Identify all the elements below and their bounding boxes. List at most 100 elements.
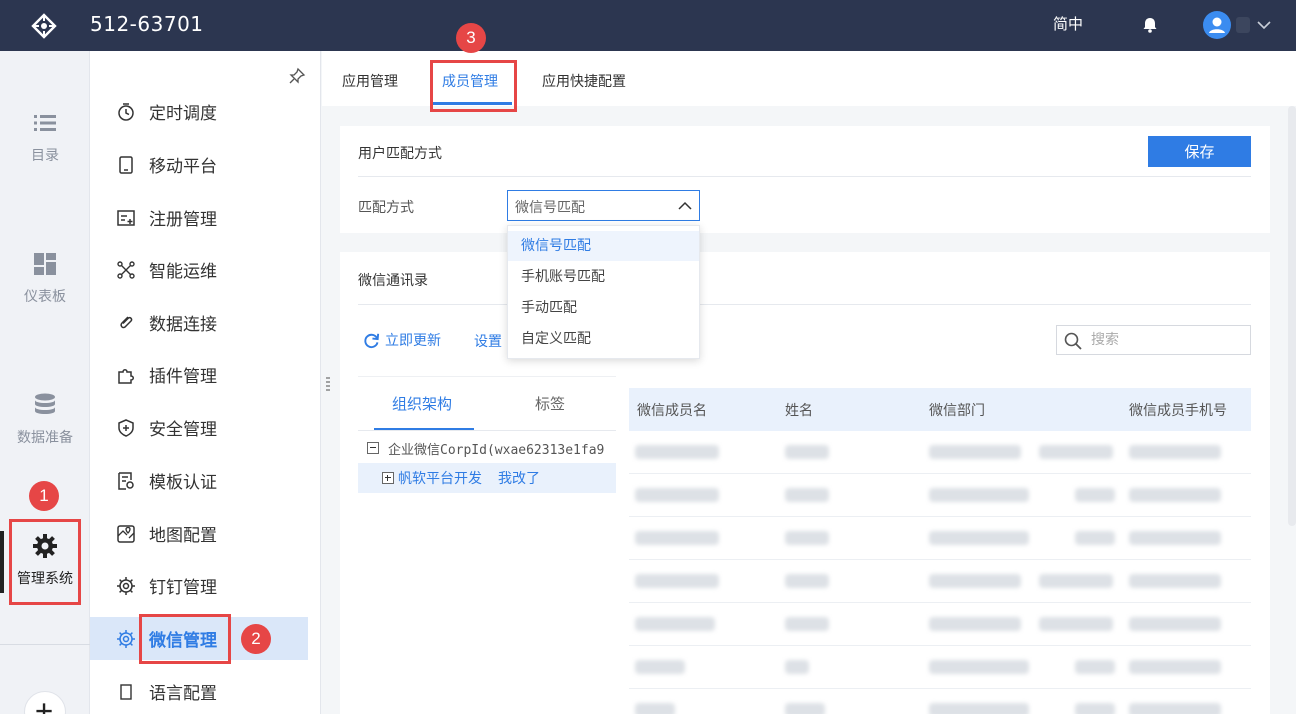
tab-app-shortcut-config[interactable]: 应用快捷配置 [542, 71, 626, 91]
save-button[interactable]: 保存 [1148, 136, 1251, 167]
tab-app-management[interactable]: 应用管理 [342, 71, 398, 91]
annotation-badge-1: 1 [29, 481, 59, 511]
rail-item-catalog[interactable]: 目录 [0, 109, 90, 165]
expand-icon[interactable] [382, 472, 394, 484]
rail-label: 目录 [31, 148, 59, 164]
column-header: 微信成员手机号 [1129, 403, 1227, 419]
refresh-icon [364, 333, 380, 348]
dropdown-option[interactable]: 手动匹配 [508, 293, 699, 323]
menu-item-plugins[interactable]: 插件管理 [90, 353, 308, 396]
menu-item-label: 注册管理 [149, 210, 217, 230]
bell-icon[interactable] [1140, 15, 1160, 35]
match-method-select[interactable]: 微信号匹配 [507, 190, 700, 221]
app-title: 512-63701 [90, 12, 204, 36]
dropdown-option[interactable]: 手机账号匹配 [508, 262, 699, 292]
menu-item-dingtalk[interactable]: 钉钉管理 [90, 564, 308, 607]
logo-icon[interactable] [30, 12, 58, 40]
pin-icon[interactable] [288, 67, 306, 85]
plugin-icon [118, 368, 134, 384]
collapse-icon[interactable] [367, 442, 379, 454]
menu-item-label: 语言配置 [149, 684, 217, 704]
gear-icon [117, 576, 135, 595]
annotation-badge-2: 2 [241, 624, 271, 654]
tree-child-label: 帆软平台开发 [398, 471, 482, 487]
page-scrollbar[interactable] [1288, 106, 1296, 526]
register-icon [117, 209, 135, 226]
menu-item-smart-ops[interactable]: 智能运维 [90, 248, 308, 291]
rail-item-dashboard[interactable]: 仪表板 [0, 250, 90, 306]
tree-root-label: 企业微信CorpId(wxae62313e1fa9 [388, 442, 605, 458]
template-icon [118, 471, 134, 490]
chevron-down-icon[interactable] [1255, 16, 1273, 34]
annotation-badge-3: 3 [456, 23, 486, 53]
dropdown-option[interactable]: 自定义匹配 [508, 324, 699, 354]
annotation-box-1 [9, 519, 81, 605]
rail-label: 仪表板 [24, 289, 66, 305]
table-row[interactable] [629, 689, 1251, 714]
select-value: 微信号匹配 [515, 200, 585, 216]
refresh-button[interactable]: 立即更新 [362, 330, 441, 350]
list-icon [34, 115, 56, 131]
user-name-blurred [1236, 17, 1250, 33]
search-icon [1064, 332, 1082, 350]
top-bar: 512-63701 简中 [0, 0, 1296, 51]
shield-icon [118, 418, 134, 437]
table-row[interactable] [629, 474, 1251, 517]
add-button[interactable] [24, 691, 66, 714]
dropdown-option[interactable]: 微信号匹配 [508, 231, 699, 261]
rail-divider [0, 644, 90, 645]
database-icon [35, 393, 55, 414]
table-row[interactable] [629, 431, 1251, 474]
refresh-label: 立即更新 [385, 333, 441, 349]
org-tree-panel: 组织架构 标签 企业微信CorpId(wxae62313e1fa9 帆软平台开发… [358, 376, 616, 714]
tree-child-extra: 我改了 [498, 471, 540, 487]
contacts-card-divider [358, 304, 1251, 305]
rail-item-data-prep[interactable]: 数据准备 [0, 391, 90, 447]
dashboard-icon [34, 253, 56, 275]
table-row[interactable] [629, 517, 1251, 560]
search-box[interactable] [1056, 325, 1251, 355]
plus-icon [36, 703, 52, 714]
gear-icon [117, 629, 135, 648]
language-icon [120, 683, 132, 700]
tree-tab-tags[interactable]: 标签 [535, 393, 565, 414]
tree-root-node[interactable]: 企业微信CorpId(wxae62313e1fa9 [358, 433, 616, 463]
match-method-dropdown: 微信号匹配 手机账号匹配 手动匹配 自定义匹配 [507, 225, 700, 359]
table-row[interactable] [629, 603, 1251, 646]
column-header: 微信部门 [929, 403, 985, 419]
menu-item-register[interactable]: 注册管理 [90, 196, 308, 239]
menu-item-language[interactable]: 语言配置 [90, 670, 308, 713]
drag-handle-icon[interactable] [326, 376, 330, 392]
menu-item-label: 插件管理 [149, 367, 217, 387]
table-row[interactable] [629, 560, 1251, 603]
table-row[interactable] [629, 646, 1251, 689]
menu-item-template-auth[interactable]: 模板认证 [90, 459, 308, 502]
menu-item-label: 地图配置 [149, 526, 217, 546]
tree-tab-org[interactable]: 组织架构 [392, 393, 452, 414]
search-input[interactable] [1091, 330, 1241, 350]
language-switch[interactable]: 简中 [1053, 13, 1083, 34]
menu-item-label: 模板认证 [149, 473, 217, 493]
match-card-title: 用户匹配方式 [358, 146, 442, 162]
menu-item-data-connection[interactable]: 数据连接 [90, 301, 308, 344]
clock-icon [118, 102, 134, 121]
annotation-box-3 [430, 60, 517, 112]
menu-item-mobile[interactable]: 移动平台 [90, 143, 308, 186]
tree-child-node[interactable]: 帆软平台开发 我改了 [358, 463, 616, 493]
column-header: 微信成员名 [637, 403, 707, 419]
menu-item-label: 安全管理 [149, 420, 217, 440]
settings-link[interactable]: 设置 [474, 331, 502, 351]
table-header: 微信成员名 姓名 微信部门 微信成员手机号 [629, 388, 1251, 431]
menu-item-security[interactable]: 安全管理 [90, 406, 308, 449]
left-rail: 目录 仪表板 数据准备 管理系统 [0, 51, 90, 714]
match-card-divider [358, 176, 1251, 177]
menu-item-label: 智能运维 [149, 262, 217, 282]
menu-item-schedule[interactable]: 定时调度 [90, 90, 308, 133]
menu-item-label: 定时调度 [149, 104, 217, 124]
menu-item-map-config[interactable]: 地图配置 [90, 512, 308, 555]
map-icon [117, 524, 135, 543]
mobile-icon [119, 155, 133, 174]
match-card [340, 126, 1270, 233]
menu-item-label: 数据连接 [149, 315, 217, 335]
avatar[interactable] [1203, 11, 1231, 39]
